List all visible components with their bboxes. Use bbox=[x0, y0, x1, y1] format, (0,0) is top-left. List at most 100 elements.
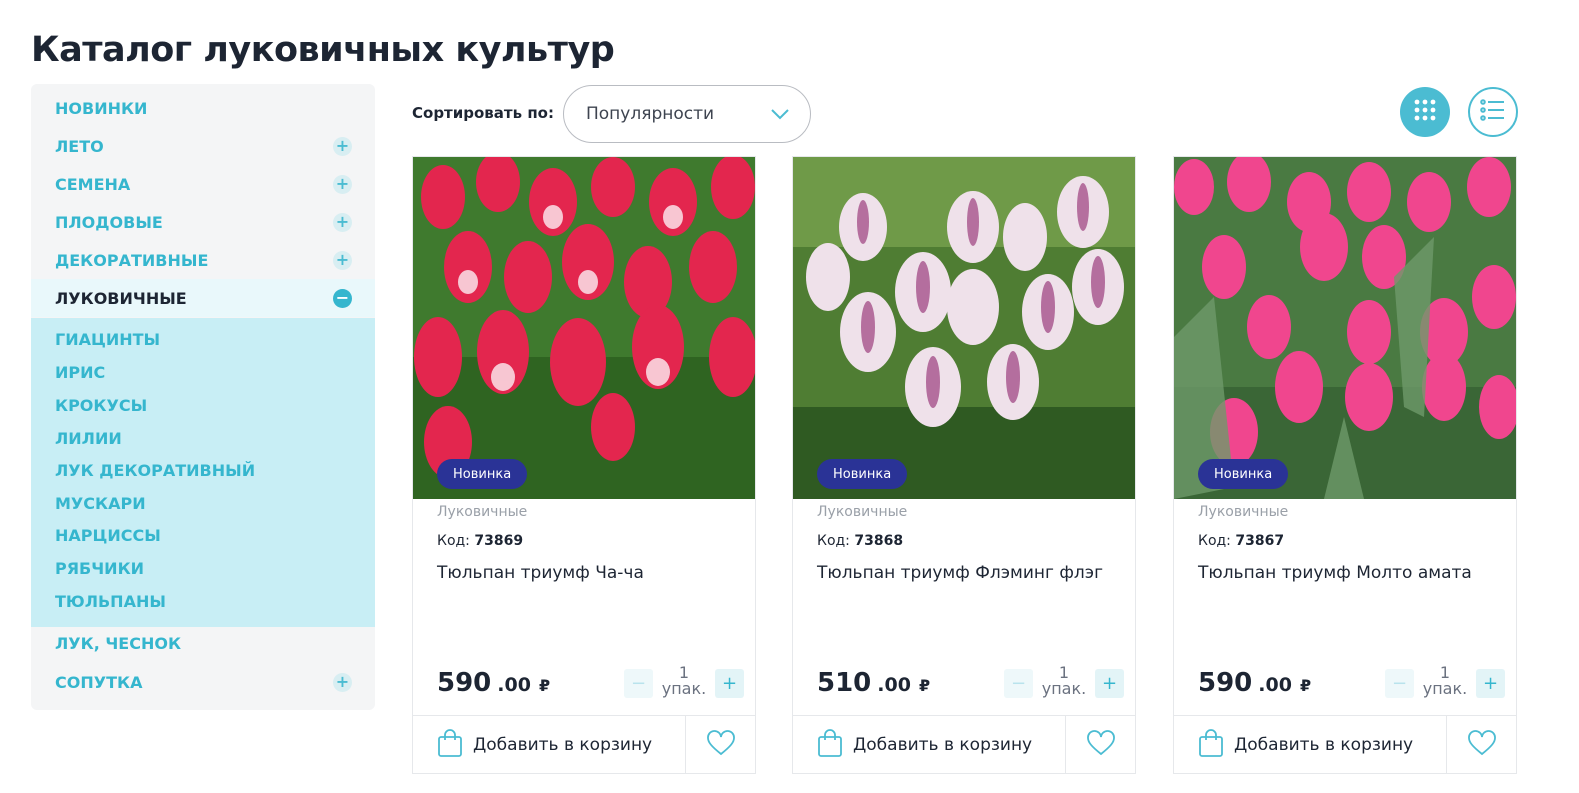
product-name[interactable]: Тюльпан триумф Флэминг флэг bbox=[817, 563, 1103, 583]
favorite-button[interactable] bbox=[1447, 716, 1516, 774]
product-card[interactable]: Новинка Луковичные Код: 73869 Тюльпан тр… bbox=[412, 156, 756, 774]
card-footer: Добавить в корзину bbox=[793, 715, 1135, 774]
sidebar-subitem-lilii[interactable]: ЛИЛИИ bbox=[55, 426, 122, 450]
qty-decrement-button[interactable]: − bbox=[1004, 669, 1033, 698]
add-to-cart-button[interactable]: Добавить в корзину bbox=[793, 716, 1066, 774]
product-image[interactable] bbox=[1174, 157, 1516, 499]
sort-select[interactable]: Популярности bbox=[563, 85, 811, 143]
sidebar-item-label: НОВИНКИ bbox=[55, 98, 148, 118]
currency-symbol: ₽ bbox=[1299, 676, 1312, 695]
add-to-cart-label: Добавить в корзину bbox=[853, 735, 1033, 755]
qty-unit: упак. bbox=[1041, 679, 1087, 698]
qty-display[interactable]: 1 упак. bbox=[659, 665, 709, 697]
sidebar-subitem-ryabchiki[interactable]: РЯБЧИКИ bbox=[55, 556, 144, 580]
product-name[interactable]: Тюльпан триумф Ча-ча bbox=[437, 563, 644, 583]
heart-icon bbox=[706, 730, 736, 760]
chevron-down-icon bbox=[770, 105, 790, 124]
product-image[interactable] bbox=[793, 157, 1135, 499]
favorite-button[interactable] bbox=[686, 716, 755, 774]
sidebar-item-label: ЛЕТО bbox=[55, 136, 104, 156]
code-value: 73867 bbox=[1235, 533, 1285, 549]
sidebar-item-label: СЕМЕНА bbox=[55, 174, 131, 194]
qty-display[interactable]: 1 упак. bbox=[1420, 665, 1470, 697]
expand-plus-icon[interactable]: + bbox=[333, 672, 352, 692]
expand-plus-icon[interactable]: + bbox=[333, 174, 352, 194]
sidebar-item-label: ЛУК, ЧЕСНОК bbox=[55, 633, 182, 653]
product-code: Код: 73869 bbox=[437, 533, 523, 549]
sidebar-subitem-muskari[interactable]: МУСКАРИ bbox=[55, 491, 146, 515]
card-footer: Добавить в корзину bbox=[1174, 715, 1516, 774]
sidebar-item-leto[interactable]: ЛЕТО + bbox=[31, 127, 375, 165]
product-category: Луковичные bbox=[437, 504, 528, 520]
new-badge: Новинка bbox=[817, 459, 908, 489]
qty-unit: упак. bbox=[1422, 679, 1468, 698]
grid-view-button[interactable] bbox=[1400, 87, 1450, 137]
heart-icon bbox=[1086, 730, 1116, 760]
sidebar-item-lukovichnye[interactable]: ЛУКОВИЧНЫЕ − bbox=[31, 279, 375, 317]
sidebar-subitem-giatsinty[interactable]: ГИАЦИНТЫ bbox=[55, 327, 160, 351]
sidebar-item-semena[interactable]: СЕМЕНА + bbox=[31, 165, 375, 203]
product-category: Луковичные bbox=[1198, 504, 1289, 520]
shopping-bag-icon bbox=[817, 728, 843, 762]
qty-increment-button[interactable]: + bbox=[715, 669, 744, 698]
expand-plus-icon[interactable]: + bbox=[333, 212, 352, 232]
price-main: 510 bbox=[817, 668, 872, 698]
sidebar-subitem-tyulpany[interactable]: ТЮЛЬПАНЫ bbox=[55, 589, 166, 613]
qty-increment-button[interactable]: + bbox=[1095, 669, 1124, 698]
sort-selected-value: Популярности bbox=[586, 104, 715, 124]
heart-icon bbox=[1467, 730, 1497, 760]
qty-decrement-button[interactable]: − bbox=[624, 669, 653, 698]
shopping-bag-icon bbox=[1198, 728, 1224, 762]
product-image[interactable] bbox=[413, 157, 755, 499]
qty-increment-button[interactable]: + bbox=[1476, 669, 1505, 698]
sidebar-item-label: СОПУТКА bbox=[55, 672, 143, 692]
currency-symbol: ₽ bbox=[538, 676, 551, 695]
new-badge: Новинка bbox=[1198, 459, 1289, 489]
sort-label: Сортировать по: bbox=[412, 104, 554, 122]
add-to-cart-label: Добавить в корзину bbox=[473, 735, 653, 755]
sidebar-subitem-iris[interactable]: ИРИС bbox=[55, 360, 105, 384]
product-category: Луковичные bbox=[817, 504, 908, 520]
add-to-cart-label: Добавить в корзину bbox=[1234, 735, 1414, 755]
code-value: 73868 bbox=[854, 533, 904, 549]
qty-display[interactable]: 1 упак. bbox=[1039, 665, 1089, 697]
add-to-cart-button[interactable]: Добавить в корзину bbox=[413, 716, 686, 774]
page-title: Каталог луковичных культур bbox=[31, 30, 615, 70]
list-view-button[interactable] bbox=[1468, 87, 1518, 137]
qty-decrement-button[interactable]: − bbox=[1385, 669, 1414, 698]
list-icon bbox=[1480, 99, 1506, 125]
price-cents: .00 bbox=[1258, 674, 1292, 696]
expand-plus-icon[interactable]: + bbox=[333, 136, 352, 156]
sidebar-submenu: ГИАЦИНТЫ ИРИС КРОКУСЫ ЛИЛИИ ЛУК ДЕКОРАТИ… bbox=[31, 318, 375, 627]
expand-plus-icon[interactable]: + bbox=[333, 250, 352, 270]
category-sidebar: НОВИНКИ ЛЕТО + СЕМЕНА + ПЛОДОВЫЕ + ДЕКОР… bbox=[31, 84, 375, 710]
product-price: 590 .00 ₽ bbox=[1198, 668, 1311, 698]
sidebar-subitem-luk-dekorativnyi[interactable]: ЛУК ДЕКОРАТИВНЫЙ bbox=[55, 458, 255, 482]
sidebar-item-label: ЛУКОВИЧНЫЕ bbox=[55, 288, 187, 308]
price-cents: .00 bbox=[877, 674, 911, 696]
sidebar-item-dekorativnye[interactable]: ДЕКОРАТИВНЫЕ + bbox=[31, 241, 375, 279]
sidebar-item-novinki[interactable]: НОВИНКИ bbox=[31, 89, 375, 127]
price-main: 590 bbox=[437, 668, 492, 698]
collapse-minus-icon[interactable]: − bbox=[333, 288, 352, 308]
product-card[interactable]: Новинка Луковичные Код: 73867 Тюльпан тр… bbox=[1173, 156, 1517, 774]
product-price: 590 .00 ₽ bbox=[437, 668, 550, 698]
product-card[interactable]: Новинка Луковичные Код: 73868 Тюльпан тр… bbox=[792, 156, 1136, 774]
shopping-bag-icon bbox=[437, 728, 463, 762]
grid-icon bbox=[1414, 99, 1436, 125]
sidebar-subitem-nartsissy[interactable]: НАРЦИССЫ bbox=[55, 523, 161, 547]
code-label: Код: bbox=[437, 533, 470, 549]
sidebar-item-plodovye[interactable]: ПЛОДОВЫЕ + bbox=[31, 203, 375, 241]
sidebar-item-luk-chesnok[interactable]: ЛУК, ЧЕСНОК bbox=[31, 624, 375, 662]
price-main: 590 bbox=[1198, 668, 1253, 698]
sidebar-item-label: ДЕКОРАТИВНЫЕ bbox=[55, 250, 209, 270]
new-badge: Новинка bbox=[437, 459, 528, 489]
add-to-cart-button[interactable]: Добавить в корзину bbox=[1174, 716, 1447, 774]
product-code: Код: 73867 bbox=[1198, 533, 1284, 549]
price-cents: .00 bbox=[497, 674, 531, 696]
favorite-button[interactable] bbox=[1066, 716, 1135, 774]
sidebar-item-soputka[interactable]: СОПУТКА + bbox=[31, 663, 375, 701]
sidebar-subitem-krokusy[interactable]: КРОКУСЫ bbox=[55, 393, 147, 417]
product-name[interactable]: Тюльпан триумф Молто амата bbox=[1198, 563, 1472, 583]
card-footer: Добавить в корзину bbox=[413, 715, 755, 774]
